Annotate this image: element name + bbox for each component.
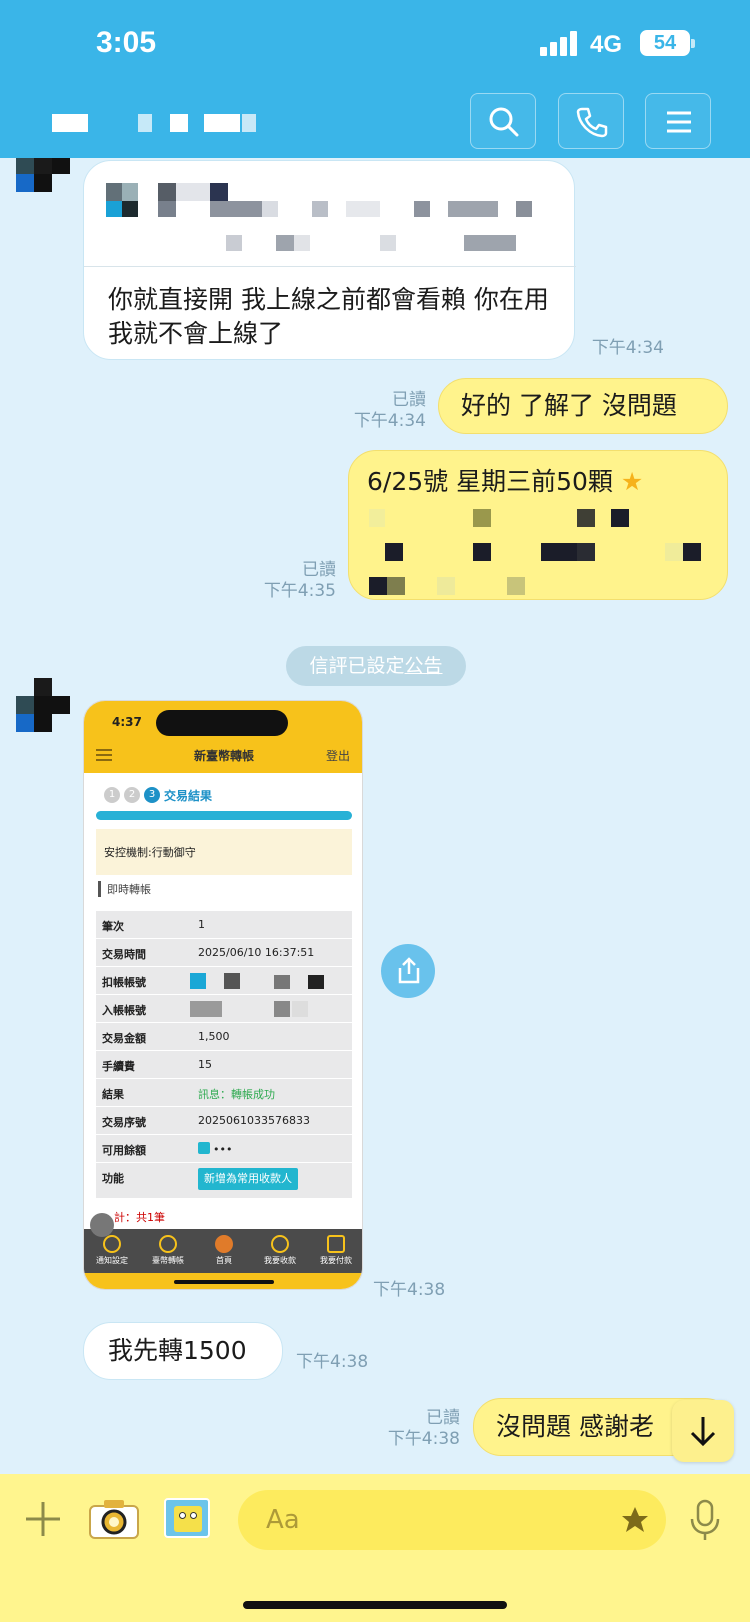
sender-avatar[interactable]: [16, 158, 70, 202]
message-time: 下午4:34: [591, 338, 664, 358]
notice-text: 信評已設定: [309, 655, 405, 677]
menu-button[interactable]: [645, 93, 711, 149]
share-icon: [398, 957, 420, 984]
phone-icon: [576, 107, 608, 138]
home-indicator: [174, 1280, 274, 1284]
shot-time: 4:37: [112, 715, 142, 729]
incoming-message[interactable]: 你就直接開 我上線之前都會看賴 你在用我就不會上線了: [83, 160, 576, 360]
notice-link[interactable]: 公告: [405, 655, 443, 677]
table-row: 結果 訊息：轉帳成功: [96, 1079, 352, 1107]
message-time: 下午4:38: [373, 1280, 446, 1300]
plus-icon[interactable]: [22, 1498, 64, 1540]
message-time: 下午4:34: [353, 411, 426, 431]
transfer-type: 即時轉帳: [98, 881, 151, 897]
chat-title-redacted: [52, 114, 262, 132]
read-receipt: 已讀: [426, 1408, 460, 1428]
step-label: 交易結果: [164, 789, 213, 803]
shiba-icon: [215, 1235, 233, 1253]
table-row: 入帳帳號: [96, 995, 352, 1023]
announcement-notice[interactable]: 信評已設定公告: [286, 646, 466, 686]
pay-icon: [327, 1235, 345, 1253]
network-type: 4G: [590, 31, 623, 58]
shot-logout: 登出: [325, 749, 350, 763]
bell-icon: [103, 1235, 121, 1253]
sticker-icon[interactable]: [164, 1498, 210, 1538]
battery-level: 54: [653, 32, 677, 54]
read-receipt: 已讀: [302, 560, 336, 580]
signal-icon: [540, 30, 578, 56]
step-2: 2: [124, 787, 140, 803]
receive-icon: [271, 1235, 289, 1253]
table-row: 交易序號 2025061033576833: [96, 1107, 352, 1135]
share-button[interactable]: [381, 944, 435, 998]
message-text: 你就直接開 我上線之前都會看賴 你在用我就不會上線了: [108, 285, 549, 348]
input-placeholder: Aa: [266, 1505, 300, 1535]
menu-icon: [667, 111, 691, 133]
coin-icon: [159, 1235, 177, 1253]
redacted-preview: [84, 161, 576, 267]
shot-nav: 通知設定 臺幣轉帳 首頁 我要收款 我要付款: [84, 1229, 362, 1273]
sender-avatar[interactable]: [16, 678, 70, 732]
progress-bar: [96, 811, 352, 820]
message-text: 6/25號 星期三前50顆: [367, 467, 613, 496]
message-time: 下午4:38: [296, 1352, 369, 1372]
status-time: 3:05: [96, 26, 157, 59]
table-row: 交易時間 2025/06/10 16:37:51: [96, 939, 352, 967]
dynamic-island: [156, 710, 288, 736]
camera-icon[interactable]: [88, 1498, 140, 1540]
shot-total: 計：共1筆: [114, 1211, 165, 1224]
emoji-star-icon[interactable]: [620, 1505, 650, 1535]
message-text: 沒問題 感謝老: [496, 1412, 654, 1441]
step-1: 1: [104, 787, 120, 803]
message-text: 好的 了解了 沒問題: [461, 391, 677, 420]
microphone-icon[interactable]: [688, 1498, 722, 1542]
message-text: 我先轉1500: [108, 1336, 247, 1365]
add-payee-button: 新增為常用收款人: [198, 1168, 298, 1190]
scroll-to-bottom-button[interactable]: [672, 1400, 734, 1462]
table-row: 可用餘額 •••: [96, 1135, 352, 1163]
star-emoji-icon: ★: [620, 467, 644, 496]
table-row: 手續費 15: [96, 1051, 352, 1079]
download-icon[interactable]: [90, 1213, 114, 1237]
home-indicator: [243, 1601, 507, 1609]
search-icon: [489, 107, 519, 137]
chat-messages[interactable]: 你就直接開 我上線之前都會看賴 你在用我就不會上線了 下午4:34 好的 了解了…: [0, 158, 750, 1474]
transaction-table: 筆次 1 交易時間 2025/06/10 16:37:51 扣帳帳號 入帳帳號 交易…: [96, 911, 352, 1199]
step-3: 3: [144, 787, 160, 803]
image-message[interactable]: 4:37 新臺幣轉帳 登出 1 2 3 交易結果 安控機制:行動御守 即時轉帳 …: [83, 700, 363, 1290]
search-button[interactable]: [470, 93, 536, 149]
table-row: 功能 新增為常用收款人: [96, 1163, 352, 1199]
message-time: 下午4:38: [387, 1429, 460, 1449]
outgoing-message[interactable]: 好的 了解了 沒問題: [438, 378, 728, 434]
message-time: 下午4:35: [263, 581, 336, 601]
table-row: 扣帳帳號: [96, 967, 352, 995]
message-input-bar: Aa: [0, 1474, 750, 1622]
incoming-message[interactable]: 我先轉1500: [83, 1322, 283, 1380]
security-section: 安控機制:行動御守: [104, 846, 196, 859]
arrow-down-icon: [690, 1417, 716, 1447]
redacted-text: [349, 505, 729, 595]
sticker-face: [174, 1506, 202, 1532]
table-row: 筆次 1: [96, 911, 352, 939]
lock-icon: [198, 1142, 210, 1154]
chat-header: 3:05 4G 54: [0, 0, 750, 158]
shot-title: 新臺幣轉帳: [193, 749, 254, 763]
read-receipt: 已讀: [392, 390, 426, 410]
message-input[interactable]: Aa: [238, 1490, 666, 1550]
call-button[interactable]: [558, 93, 624, 149]
table-row: 交易金額 1,500: [96, 1023, 352, 1051]
outgoing-message[interactable]: 6/25號 星期三前50顆 ★: [348, 450, 728, 600]
battery-icon: 54: [640, 30, 695, 56]
